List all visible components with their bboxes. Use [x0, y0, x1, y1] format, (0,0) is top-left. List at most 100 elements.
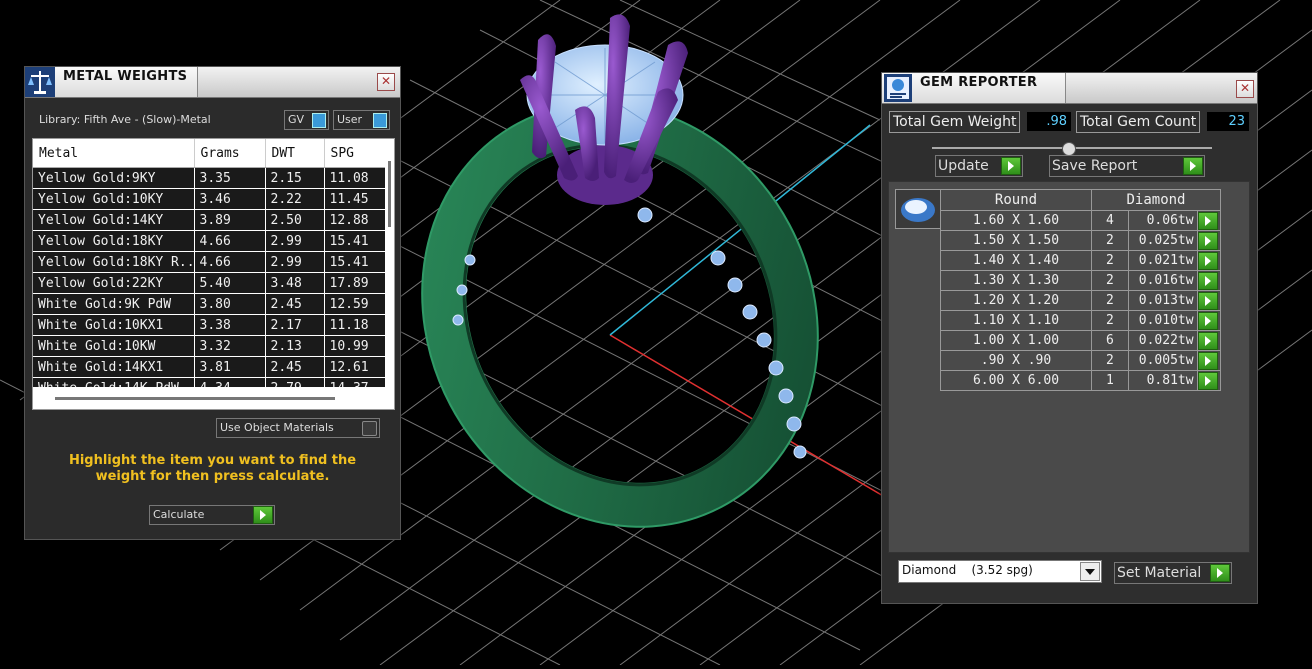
metal-dwt: 2.45: [265, 356, 325, 378]
metal-spg: 11.08: [324, 167, 386, 189]
gem-size: 1.00 X 1.00: [940, 330, 1092, 351]
user-toggle-indicator: [373, 113, 387, 128]
horizontal-scrollbar[interactable]: [33, 387, 394, 409]
gem-reporter-titlebar[interactable]: GEM REPORTER ✕: [882, 73, 1257, 104]
table-row[interactable]: 1.40 X 1.40 2 0.021tw: [940, 250, 1222, 271]
metal-name: Yellow Gold:10KY: [33, 188, 195, 210]
vertical-scroll-thumb[interactable]: [388, 161, 391, 227]
table-row[interactable]: Yellow Gold:10KY 3.46 2.22 11.45: [33, 188, 386, 210]
gem-row-action[interactable]: [1196, 230, 1222, 251]
play-arrow-icon: [1197, 351, 1218, 370]
table-row[interactable]: 1.50 X 1.50 2 0.025tw: [940, 230, 1222, 251]
total-gem-weight-label: Total Gem Weight: [889, 111, 1021, 133]
gem-total-weight: 0.005tw: [1127, 350, 1198, 371]
slider-thumb[interactable]: [1062, 142, 1076, 156]
play-arrow-icon: [1197, 291, 1218, 310]
gem-reporter-panel: GEM REPORTER ✕ Total Gem Weight .98 Tota…: [881, 72, 1258, 604]
gem-count: 2: [1091, 290, 1129, 311]
table-row[interactable]: White Gold:10KW 3.32 2.13 10.99: [33, 335, 386, 357]
update-button[interactable]: Update: [935, 155, 1023, 177]
gem-size: 1.10 X 1.10: [940, 310, 1092, 331]
table-row[interactable]: Yellow Gold:18KY 4.66 2.99 15.41: [33, 230, 386, 252]
gem-table-header: Round Diamond: [940, 189, 1221, 211]
gv-toggle-indicator: [312, 113, 326, 128]
user-toggle[interactable]: User: [333, 110, 390, 130]
metal-grams: 5.40: [194, 272, 266, 294]
metal-dwt: 2.22: [265, 188, 325, 210]
play-arrow-icon: [1197, 371, 1218, 390]
table-row[interactable]: 6.00 X 6.00 1 0.81tw: [940, 370, 1222, 391]
play-arrow-icon: [1210, 564, 1230, 582]
column-header-dwt[interactable]: DWT: [265, 139, 325, 168]
play-arrow-icon: [1197, 331, 1218, 350]
column-header-spg[interactable]: SPG: [324, 139, 386, 168]
gem-total-weight: 0.013tw: [1127, 290, 1198, 311]
metal-grams: 3.32: [194, 335, 266, 357]
metal-name: Yellow Gold:14KY: [33, 209, 195, 231]
table-row[interactable]: .90 X .90 2 0.005tw: [940, 350, 1222, 371]
horizontal-scroll-thumb[interactable]: [55, 397, 335, 400]
calculate-button[interactable]: Calculate: [149, 505, 275, 525]
table-row[interactable]: Yellow Gold:22KY 5.40 3.48 17.89: [33, 272, 386, 294]
close-icon[interactable]: ✕: [377, 73, 395, 91]
metal-grams: 3.46: [194, 188, 266, 210]
metal-dwt: 2.99: [265, 230, 325, 252]
calculate-label: Calculate: [153, 508, 205, 521]
gv-toggle[interactable]: GV: [284, 110, 329, 130]
gem-count: 2: [1091, 310, 1129, 331]
gem-count: 2: [1091, 350, 1129, 371]
gem-list-area[interactable]: Round Diamond 1.60 X 1.60 4 0.06tw 1.50 X …: [888, 181, 1250, 553]
table-row[interactable]: White Gold:9K PdW 3.80 2.45 12.59: [33, 293, 386, 315]
chevron-down-icon[interactable]: [1080, 562, 1100, 581]
metal-dwt: 2.45: [265, 293, 325, 315]
metal-name: White Gold:10KX1: [33, 314, 195, 336]
table-row[interactable]: Yellow Gold:14KY 3.89 2.50 12.88: [33, 209, 386, 231]
gem-row-action[interactable]: [1196, 310, 1222, 331]
gem-total-weight: 0.025tw: [1127, 230, 1198, 251]
material-header: Diamond: [1091, 189, 1221, 211]
material-select[interactable]: Diamond (3.52 spg): [898, 560, 1102, 583]
column-header-metal[interactable]: Metal: [33, 139, 195, 168]
metal-table: Metal Grams DWT SPG Yellow Gold:9KY 3.35 2…: [33, 139, 386, 399]
table-row[interactable]: 1.60 X 1.60 4 0.06tw: [940, 210, 1222, 231]
table-row[interactable]: White Gold:10KX1 3.38 2.17 11.18: [33, 314, 386, 336]
table-row[interactable]: 1.30 X 1.30 2 0.016tw: [940, 270, 1222, 291]
set-material-button[interactable]: Set Material: [1114, 562, 1232, 584]
metal-name: White Gold:14KX1: [33, 356, 195, 378]
gem-row-action[interactable]: [1196, 270, 1222, 291]
gem-count: 4: [1091, 210, 1129, 231]
use-object-materials-label: Use Object Materials: [220, 421, 334, 434]
metal-dwt: 2.50: [265, 209, 325, 231]
use-object-materials-checkbox[interactable]: Use Object Materials: [216, 418, 380, 438]
gem-size: 6.00 X 6.00: [940, 370, 1092, 391]
gem-row-action[interactable]: [1196, 330, 1222, 351]
metal-table-header: Metal Grams DWT SPG: [33, 139, 386, 168]
table-row[interactable]: Yellow Gold:9KY 3.35 2.15 11.08: [33, 167, 386, 189]
gem-row-action[interactable]: [1196, 210, 1222, 231]
column-header-grams[interactable]: Grams: [194, 139, 266, 168]
gem-total-weight: 0.016tw: [1127, 270, 1198, 291]
metal-weights-titlebar[interactable]: METAL WEIGHTS ✕: [25, 67, 400, 98]
gem-reporter-title: GEM REPORTER: [920, 75, 1038, 90]
metal-grams: 4.66: [194, 230, 266, 252]
table-row[interactable]: 1.20 X 1.20 2 0.013tw: [940, 290, 1222, 311]
metal-table-container[interactable]: Metal Grams DWT SPG Yellow Gold:9KY 3.35 2…: [32, 138, 395, 410]
play-arrow-icon: [1197, 311, 1218, 330]
table-row[interactable]: White Gold:14KX1 3.81 2.45 12.61: [33, 356, 386, 378]
table-row[interactable]: Yellow Gold:18KY R... 4.66 2.99 15.41: [33, 251, 386, 273]
table-row[interactable]: 1.10 X 1.10 2 0.010tw: [940, 310, 1222, 331]
size-slider[interactable]: [932, 142, 1212, 156]
gem-row-action[interactable]: [1196, 290, 1222, 311]
table-row[interactable]: 1.00 X 1.00 6 0.022tw: [940, 330, 1222, 351]
gem-size: .90 X .90: [940, 350, 1092, 371]
metal-name: Yellow Gold:18KY R...: [33, 251, 195, 273]
gem-row-action[interactable]: [1196, 250, 1222, 271]
gem-row-action[interactable]: [1196, 350, 1222, 371]
close-icon[interactable]: ✕: [1236, 80, 1254, 98]
play-arrow-icon: [1197, 211, 1218, 230]
shape-header: Round: [940, 189, 1092, 211]
gem-row-action[interactable]: [1196, 370, 1222, 391]
save-report-button[interactable]: Save Report: [1049, 155, 1205, 177]
vertical-scrollbar[interactable]: [385, 139, 394, 409]
round-diamond-icon[interactable]: [895, 189, 941, 229]
